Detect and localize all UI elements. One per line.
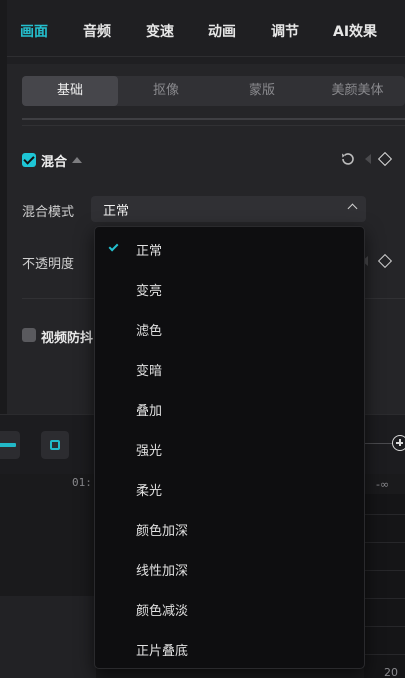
option-normal[interactable]: 正常 [95, 229, 364, 269]
option-soft-light[interactable]: 柔光 [95, 469, 364, 509]
option-color-dodge[interactable]: 颜色减淡 [95, 589, 364, 629]
snap-button[interactable] [41, 431, 69, 459]
link-clips-button[interactable] [0, 431, 20, 459]
track-header [0, 596, 96, 678]
keyframe-icon[interactable] [377, 253, 393, 269]
tab-ai-effects[interactable]: AI效果 [333, 22, 377, 42]
option-lighten[interactable]: 变亮 [95, 269, 364, 309]
property-tabs: 画面 音频 变速 动画 调节 AI效果 [7, 0, 405, 64]
subtab-bar: 基础 抠像 蒙版 美颜美体 [22, 76, 405, 106]
tabs-divider [7, 56, 405, 57]
snap-icon [50, 440, 60, 450]
tab-audio[interactable]: 音频 [83, 22, 111, 42]
option-multiply[interactable]: 正片叠底 [95, 629, 364, 669]
mix-checkbox[interactable] [22, 153, 36, 167]
blend-mode-label: 混合模式 [22, 205, 75, 220]
ruler-end-label: -∞ [376, 478, 390, 491]
option-overlay[interactable]: 叠加 [95, 389, 364, 429]
prev-keyframe-icon[interactable] [365, 154, 371, 164]
divider [22, 125, 405, 126]
meter-value: 20 [384, 666, 398, 678]
ruler-time-label: 01: [72, 476, 92, 489]
option-darken[interactable]: 变暗 [95, 349, 364, 389]
subtab-mask[interactable]: 蒙版 [214, 76, 310, 106]
collapse-caret-icon[interactable] [72, 157, 83, 163]
audio-meter [364, 494, 405, 678]
divider [22, 118, 405, 120]
link-icon [0, 443, 16, 447]
option-color-burn[interactable]: 颜色加深 [95, 509, 364, 549]
blend-mode-dropdown: 正常 变亮 滤色 变暗 叠加 强光 柔光 颜色加深 线性加深 颜色减淡 正片叠底 [94, 226, 365, 669]
opacity-label: 不透明度 [22, 257, 75, 272]
blend-mode-select[interactable]: 正常 [91, 196, 366, 222]
mix-section-title: 混合 [41, 154, 68, 170]
tab-adjust[interactable]: 调节 [271, 22, 299, 42]
zoom-slider[interactable] [365, 443, 393, 444]
option-screen[interactable]: 滤色 [95, 309, 364, 349]
option-linear-burn[interactable]: 线性加深 [95, 549, 364, 589]
keyframe-icon[interactable] [377, 151, 393, 167]
option-hard-light[interactable]: 强光 [95, 429, 364, 469]
subtab-basic[interactable]: 基础 [22, 76, 118, 106]
zoom-in-icon[interactable] [392, 435, 405, 451]
blend-mode-value: 正常 [103, 204, 130, 219]
mix-section-header[interactable]: 混合 [22, 150, 83, 170]
chevron-up-icon [347, 203, 358, 214]
tab-picture[interactable]: 画面 [20, 22, 48, 42]
reset-icon[interactable] [340, 151, 356, 167]
subtab-keying[interactable]: 抠像 [118, 76, 214, 106]
tab-speed[interactable]: 变速 [146, 22, 174, 42]
check-icon [108, 241, 119, 252]
subtab-beauty[interactable]: 美颜美体 [310, 76, 405, 106]
stabilize-title: 视频防抖 [41, 331, 94, 346]
stabilize-checkbox[interactable] [22, 328, 36, 342]
tab-animation[interactable]: 动画 [208, 22, 236, 42]
